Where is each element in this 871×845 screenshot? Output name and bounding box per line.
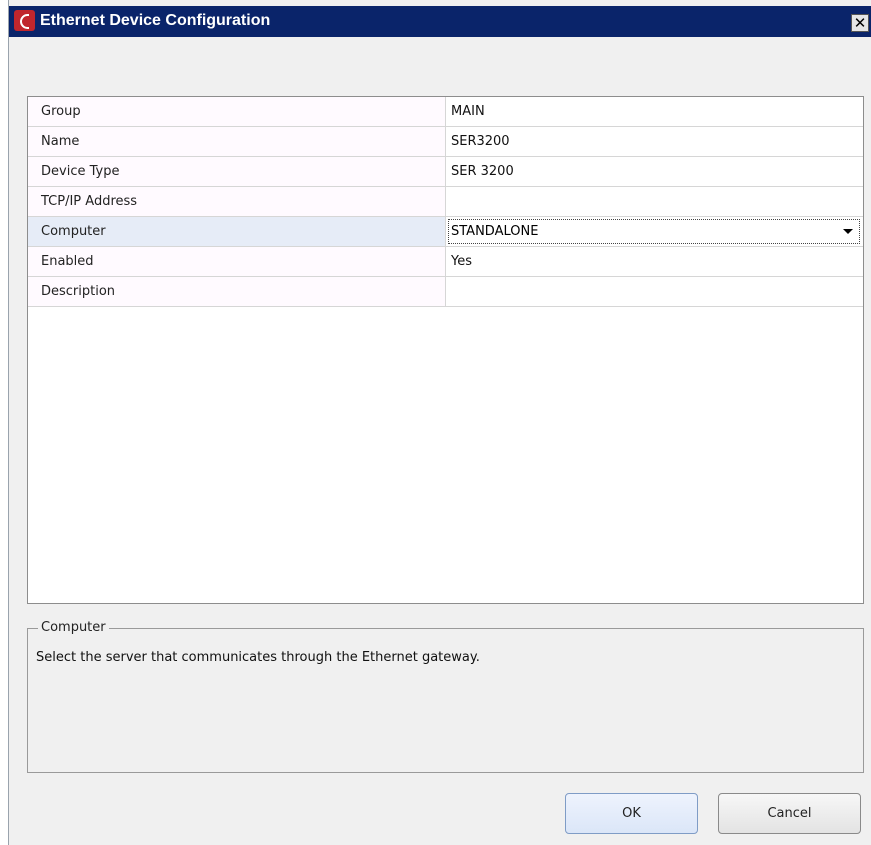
- property-name: Device Type: [28, 157, 446, 186]
- property-name: Group: [28, 97, 446, 126]
- help-heading: Computer: [38, 620, 109, 635]
- property-row-tcpip-address[interactable]: TCP/IP Address: [28, 187, 863, 217]
- help-description: Select the server that communicates thro…: [36, 650, 480, 665]
- property-grid: Group MAIN Name SER3200 Device Type SER …: [27, 96, 864, 604]
- property-name: Name: [28, 127, 446, 156]
- property-row-device-type[interactable]: Device Type SER 3200: [28, 157, 863, 187]
- property-row-name[interactable]: Name SER3200: [28, 127, 863, 157]
- property-value[interactable]: [446, 187, 863, 216]
- property-value[interactable]: Yes: [446, 247, 863, 276]
- property-value[interactable]: SER3200: [446, 127, 863, 156]
- property-name: TCP/IP Address: [28, 187, 446, 216]
- property-row-computer[interactable]: Computer STANDALONE: [28, 217, 863, 247]
- property-value[interactable]: [446, 277, 863, 306]
- property-name: Computer: [28, 217, 446, 246]
- window-title: Ethernet Device Configuration: [40, 12, 271, 29]
- title-bar: Ethernet Device Configuration ✕: [9, 6, 871, 37]
- cancel-button[interactable]: Cancel: [718, 793, 861, 834]
- close-button[interactable]: ✕: [851, 14, 869, 32]
- app-logo-icon: [14, 10, 35, 31]
- property-row-group[interactable]: Group MAIN: [28, 97, 863, 127]
- property-name: Enabled: [28, 247, 446, 276]
- property-value[interactable]: SER 3200: [446, 157, 863, 186]
- computer-dropdown-value: STANDALONE: [451, 224, 539, 239]
- property-name: Description: [28, 277, 446, 306]
- computer-dropdown[interactable]: STANDALONE: [448, 219, 860, 244]
- help-groupbox: Computer Select the server that communic…: [27, 620, 864, 773]
- ok-button[interactable]: OK: [565, 793, 698, 834]
- property-row-description[interactable]: Description: [28, 277, 863, 307]
- property-value[interactable]: MAIN: [446, 97, 863, 126]
- ethernet-device-config-dialog: Ethernet Device Configuration ✕ Group MA…: [8, 0, 871, 845]
- dropdown-arrow-icon[interactable]: [843, 229, 853, 234]
- property-row-enabled[interactable]: Enabled Yes: [28, 247, 863, 277]
